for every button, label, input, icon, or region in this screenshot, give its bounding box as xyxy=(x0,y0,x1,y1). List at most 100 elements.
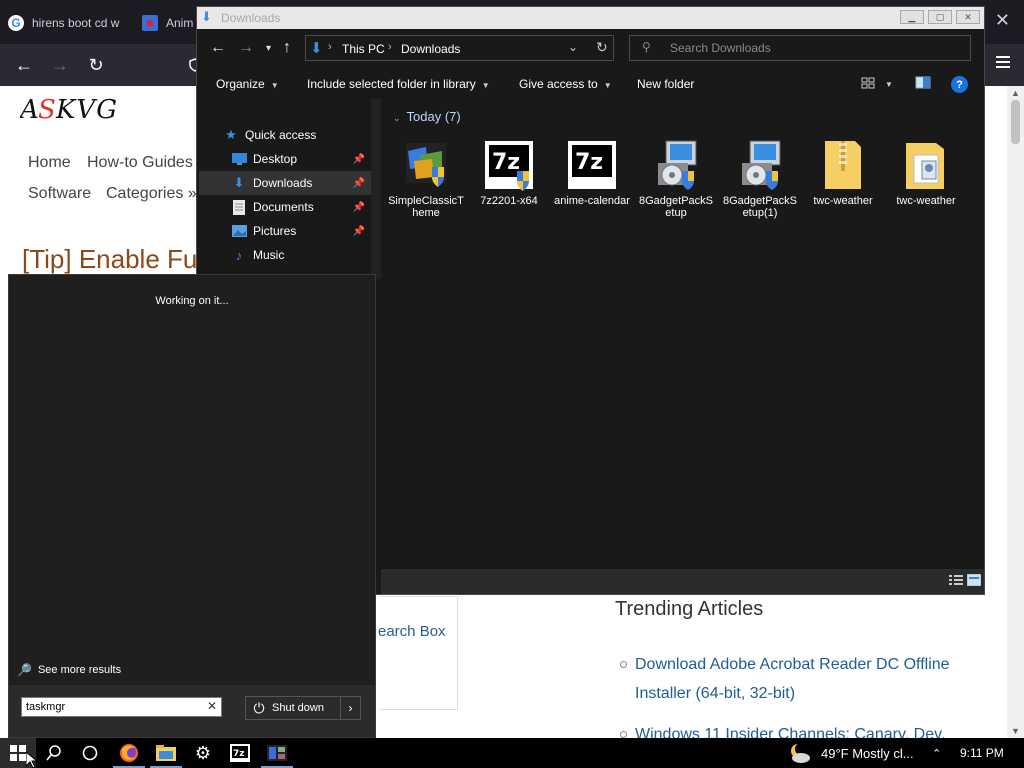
change-view-icon[interactable] xyxy=(861,76,877,90)
mouse-cursor xyxy=(26,752,38,768)
start-search-box[interactable]: ✕ xyxy=(21,697,222,717)
navigation-pane: ★ Quick access Desktop 📌 ⬇ Downloads 📌 D… xyxy=(197,99,371,279)
search-icon: 🔎 xyxy=(17,663,32,677)
file-item[interactable]: 8GadgetPackSetup(1) xyxy=(721,137,799,227)
trending-link[interactable]: Windows 11 Insider Channels: Canary, Dev… xyxy=(618,720,978,738)
include-in-library-button[interactable]: Include selected folder in library ▼ xyxy=(307,77,490,91)
pin-icon[interactable]: 📌 xyxy=(353,154,365,165)
breadcrumb-this-pc[interactable]: This PC xyxy=(342,42,385,56)
back-icon[interactable]: ← xyxy=(210,39,226,57)
file-item[interactable]: twc-weather xyxy=(804,137,882,227)
see-more-results-link[interactable]: 🔎 See more results xyxy=(17,663,121,677)
file-name: 7z2201-x64 xyxy=(480,195,538,207)
page-scrollbar[interactable]: ▲ ▼ xyxy=(1007,86,1024,738)
explorer-search[interactable]: ⚲ xyxy=(629,35,971,61)
search-input[interactable] xyxy=(670,40,960,56)
tab-title: Anim xyxy=(166,16,194,30)
chevron-right-icon[interactable]: › xyxy=(388,41,392,53)
scroll-up-icon[interactable]: ▲ xyxy=(1011,88,1020,98)
chevron-down-icon[interactable]: ⌄ xyxy=(568,40,578,54)
nav-howto[interactable]: How-to Guides xyxy=(87,154,193,172)
explorer-titlebar[interactable]: ⬇ Downloads ▁ ▢ ✕ xyxy=(197,7,984,29)
menu-icon[interactable] xyxy=(996,56,1010,68)
breadcrumb-downloads[interactable]: Downloads xyxy=(401,42,460,56)
nav-scrollbar[interactable] xyxy=(371,99,381,279)
give-access-button[interactable]: Give access to ▼ xyxy=(519,77,612,91)
file-item[interactable]: twc-weather xyxy=(887,137,965,227)
details-view-icon[interactable] xyxy=(949,574,963,586)
start-menu-panel: Working on it... 🔎 See more results ✕ ⏻ … xyxy=(8,274,376,738)
maximize-button[interactable]: ▢ xyxy=(928,10,952,24)
svg-text:A: A xyxy=(20,95,40,125)
group-header[interactable]: ⌄ Today (7) xyxy=(393,109,461,124)
clock[interactable]: 9:11 PM xyxy=(960,738,1004,768)
nav-pictures[interactable]: Pictures 📌 xyxy=(199,219,371,243)
preview-pane-icon[interactable] xyxy=(915,76,931,90)
shutdown-options-chevron-icon[interactable]: › xyxy=(340,697,360,719)
nav-desktop[interactable]: Desktop 📌 xyxy=(199,147,371,171)
nav-home[interactable]: Home xyxy=(28,154,71,172)
trending-title: Trending Articles xyxy=(615,598,764,620)
new-folder-button[interactable]: New folder xyxy=(637,77,694,91)
large-icons-view-icon[interactable] xyxy=(966,573,982,587)
taskbar-firefox[interactable] xyxy=(111,738,147,768)
nav-documents[interactable]: Documents 📌 xyxy=(199,195,371,219)
pin-icon[interactable]: 📌 xyxy=(353,226,365,237)
nav-music[interactable]: ♪ Music xyxy=(199,243,371,267)
site-logo[interactable]: A S KVG xyxy=(18,94,120,133)
forward-icon[interactable]: → xyxy=(49,54,71,76)
svg-text:KVG: KVG xyxy=(55,95,118,125)
svg-text:7z: 7z xyxy=(575,150,603,175)
nav-downloads[interactable]: ⬇ Downloads 📌 xyxy=(199,171,371,195)
taskbar-file-explorer[interactable] xyxy=(148,738,184,768)
file-item[interactable]: SimpleClassicTheme xyxy=(387,137,465,227)
browser-tab[interactable]: G hirens boot cd w xyxy=(8,8,119,38)
search-button[interactable] xyxy=(36,738,72,768)
trending-link[interactable]: Download Adobe Acrobat Reader DC Offline… xyxy=(618,650,978,708)
file-item[interactable]: 7z anime-calendar xyxy=(553,137,631,227)
refresh-icon[interactable]: ↻ xyxy=(596,39,608,56)
taskbar-7zip[interactable]: 7z xyxy=(222,738,258,768)
7zip-archive-icon: 7z xyxy=(564,137,620,193)
file-item[interactable]: 7z 7z2201-x64 xyxy=(470,137,548,227)
taskbar-settings[interactable]: ⚙ xyxy=(185,738,221,768)
back-icon[interactable]: ← xyxy=(13,54,35,76)
close-icon[interactable]: ✕ xyxy=(995,10,1010,31)
help-icon[interactable]: ? xyxy=(951,76,968,93)
minimize-button[interactable]: ▁ xyxy=(900,10,924,24)
browser-tab[interactable]: ■ Anim xyxy=(142,8,193,38)
weather-widget[interactable]: 49°F Mostly cl... xyxy=(787,738,914,768)
folder-icon xyxy=(156,745,176,761)
pin-icon[interactable]: 📌 xyxy=(353,178,365,189)
up-icon[interactable]: ↑ xyxy=(283,39,291,57)
nav-categories[interactable]: Categories » xyxy=(106,185,197,203)
file-item[interactable]: 8GadgetPackSetup xyxy=(637,137,715,227)
chevron-down-icon[interactable]: ▼ xyxy=(885,80,893,89)
music-icon: ♪ xyxy=(235,247,243,263)
clear-icon[interactable]: ✕ xyxy=(207,699,217,713)
nav-software[interactable]: Software xyxy=(28,185,91,203)
start-menu-footer: ✕ ⏻ Shut down › xyxy=(9,685,375,737)
taskbar-app[interactable] xyxy=(259,738,295,768)
reload-icon[interactable]: ↻ xyxy=(85,54,107,76)
close-button[interactable]: ✕ xyxy=(956,10,980,24)
show-hidden-icons-chevron-up-icon[interactable]: ⌃ xyxy=(932,738,941,768)
star-icon: ★ xyxy=(225,127,237,142)
address-bar[interactable]: ⬇ › This PC › Downloads ⌄ ↻ xyxy=(305,35,614,61)
file-name: twc-weather xyxy=(813,195,873,207)
scroll-down-icon[interactable]: ▼ xyxy=(1011,726,1020,736)
nav-quick-access[interactable]: ★ Quick access xyxy=(199,123,371,147)
gadgets-icon xyxy=(267,745,287,761)
forward-icon[interactable]: → xyxy=(238,39,254,57)
chevron-right-icon[interactable]: › xyxy=(328,41,332,53)
gear-icon: ⚙ xyxy=(194,742,212,763)
search-box-widget: earch Box xyxy=(378,596,458,710)
task-view-button[interactable] xyxy=(72,738,108,768)
start-search-input[interactable] xyxy=(26,700,202,714)
status-bar xyxy=(381,569,984,594)
organize-button[interactable]: Organize ▼ xyxy=(216,77,279,91)
scrollbar-thumb[interactable] xyxy=(1011,100,1020,144)
recent-locations-icon[interactable]: ▾ xyxy=(266,43,271,54)
pin-icon[interactable]: 📌 xyxy=(353,202,365,213)
shutdown-button[interactable]: ⏻ Shut down › xyxy=(245,696,361,720)
